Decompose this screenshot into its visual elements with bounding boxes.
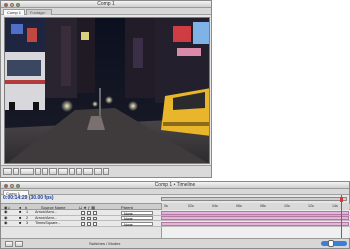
composition-window: Comp 1 Comp 1 Footage: ... bbox=[0, 0, 212, 178]
time-navigator[interactable] bbox=[161, 197, 347, 202]
comp-window-title: Comp 1 bbox=[97, 1, 115, 7]
quality-switch[interactable] bbox=[87, 211, 91, 215]
timeline-window: Comp 1 • Timeline Comp 1 0:00:14:29 (30.… bbox=[0, 181, 350, 249]
show-snapshot-button[interactable] bbox=[42, 168, 48, 175]
timeline-bottom-bar: Switches / Modes bbox=[1, 238, 349, 248]
switches-modes-toggle[interactable]: Switches / Modes bbox=[89, 241, 120, 247]
shy-switch[interactable] bbox=[81, 222, 85, 226]
channel-menu[interactable] bbox=[49, 168, 57, 175]
label-color-icon[interactable]: ■ bbox=[19, 221, 21, 227]
exposure-button[interactable] bbox=[103, 168, 109, 175]
current-time-indicator[interactable] bbox=[341, 195, 342, 240]
zoom-slider-knob[interactable] bbox=[328, 240, 334, 247]
ruler-tick: 08s bbox=[260, 204, 266, 208]
current-time-field[interactable] bbox=[20, 168, 34, 175]
comp-titlebar[interactable]: Comp 1 bbox=[1, 1, 211, 8]
view-menu[interactable] bbox=[83, 168, 93, 175]
street-footage-frame bbox=[5, 18, 209, 163]
effects-switch[interactable] bbox=[93, 222, 97, 226]
transparency-grid-button[interactable] bbox=[76, 168, 82, 175]
layer-duration-bar[interactable] bbox=[161, 221, 349, 226]
effects-switch[interactable] bbox=[93, 211, 97, 215]
layer-number: 3 bbox=[26, 221, 29, 225]
magnification-menu[interactable] bbox=[3, 168, 12, 175]
ruler-tick: 14s bbox=[332, 204, 338, 208]
layer-duration-bar[interactable] bbox=[161, 210, 349, 215]
screen: Comp 1 Comp 1 Footage: ... bbox=[0, 0, 350, 249]
layer-name[interactable]: TimesSquare... bbox=[35, 221, 61, 227]
empty-layer-area[interactable] bbox=[1, 227, 350, 238]
empty-track-area[interactable] bbox=[161, 227, 349, 238]
tab-footage[interactable]: Footage: ... bbox=[26, 9, 52, 21]
tab-comp-1[interactable]: Comp 1 bbox=[3, 9, 25, 15]
layer-duration-bar[interactable] bbox=[161, 216, 349, 221]
ruler-tick: 12s bbox=[308, 204, 314, 208]
ruler-tick: 06s bbox=[236, 204, 242, 208]
parent-dropdown[interactable]: None bbox=[121, 210, 153, 216]
snapshot-button[interactable] bbox=[35, 168, 41, 175]
quality-switch[interactable] bbox=[87, 222, 91, 226]
comp-tab-row: Comp 1 Footage: ... bbox=[1, 8, 211, 21]
effects-switch[interactable] bbox=[93, 216, 97, 220]
layer-list: ◉ ■ 1 Arrow/Aero... None ◉ ■ 2 Arrow/Aer… bbox=[1, 210, 350, 227]
ruler-tick: 10s bbox=[284, 204, 290, 208]
timeline-zoom-slider[interactable] bbox=[321, 241, 347, 246]
comp-footer-bar bbox=[1, 165, 211, 177]
shy-switch[interactable] bbox=[81, 211, 85, 215]
time-ruler[interactable]: 0s 02s 04s 06s 08s 10s 12s 14s bbox=[161, 203, 349, 210]
timeline-titlebar[interactable]: Comp 1 • Timeline bbox=[1, 182, 349, 189]
current-time-display[interactable]: 0:00:14:29 (30.00 fps) bbox=[3, 195, 54, 202]
ruler-tick: 02s bbox=[188, 204, 194, 208]
eye-icon[interactable]: ◉ bbox=[4, 221, 7, 227]
transfer-controls-button[interactable] bbox=[15, 241, 23, 247]
safe-zones-button[interactable] bbox=[13, 168, 19, 175]
expand-collapse-button[interactable] bbox=[5, 241, 13, 247]
view-layout-menu[interactable] bbox=[94, 168, 102, 175]
layer-row[interactable]: ◉ ■ 3 TimesSquare... None bbox=[1, 221, 350, 227]
ruler-tick: 0s bbox=[164, 204, 168, 208]
ruler-tick: 04s bbox=[212, 204, 218, 208]
timeline-window-title: Comp 1 • Timeline bbox=[154, 182, 196, 188]
parent-dropdown[interactable]: None bbox=[121, 221, 153, 227]
resolution-menu[interactable] bbox=[58, 168, 68, 175]
shy-switch[interactable] bbox=[81, 216, 85, 220]
quality-switch[interactable] bbox=[87, 216, 91, 220]
parent-dropdown[interactable]: None bbox=[121, 216, 153, 221]
composition-viewer[interactable] bbox=[4, 17, 210, 164]
region-of-interest-button[interactable] bbox=[69, 168, 75, 175]
